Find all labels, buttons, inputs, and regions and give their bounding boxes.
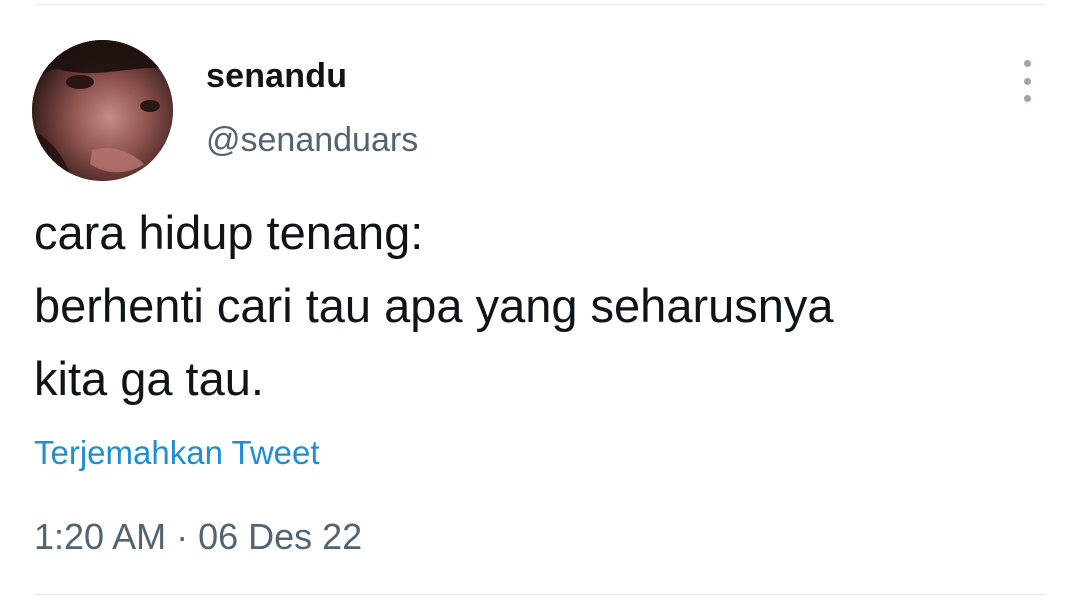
user-display-name[interactable]: senandu: [206, 57, 347, 96]
tweet-text-line: kita ga tau.: [34, 352, 264, 405]
top-divider: [36, 4, 1046, 5]
more-vertical-icon: [1023, 77, 1031, 85]
tweet-text-line: berhenti cari tau apa yang seharusnya: [34, 279, 834, 332]
more-options-button[interactable]: [1014, 60, 1040, 102]
more-vertical-icon: [1023, 95, 1031, 102]
tweet-text-line: cara hidup tenang:: [34, 206, 424, 259]
more-vertical-icon: [1023, 60, 1031, 67]
avatar[interactable]: [32, 40, 173, 181]
translate-tweet-link[interactable]: Terjemahkan Tweet: [34, 434, 320, 472]
user-handle[interactable]: @senanduars: [206, 121, 418, 160]
tweet-timestamp[interactable]: 1:20 AM · 06 Des 22: [34, 516, 362, 558]
avatar-image: [32, 40, 173, 181]
tweet-text: cara hidup tenang: berhenti cari tau apa…: [34, 196, 1064, 415]
bottom-divider: [34, 594, 1046, 595]
